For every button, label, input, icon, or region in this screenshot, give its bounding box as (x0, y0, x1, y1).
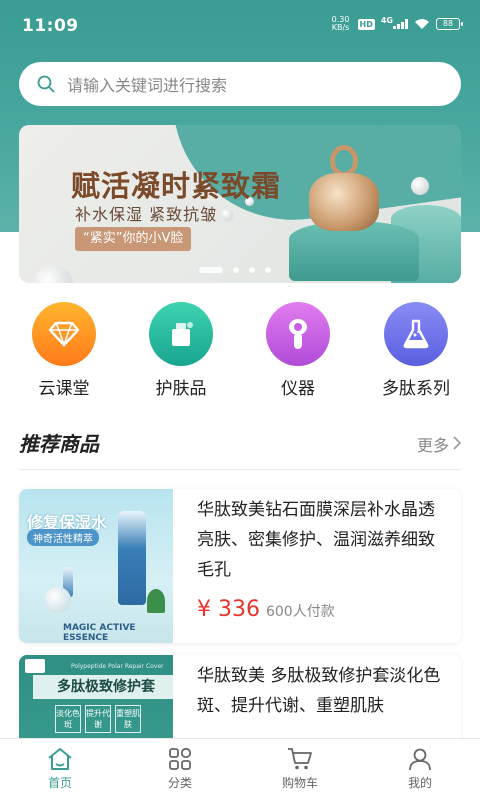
status-indicators: 0.30 KB/s HD 4G 88 (330, 15, 463, 32)
tab-cart[interactable]: 购物车 (240, 739, 360, 800)
category-skincare[interactable]: 护肤品 (131, 302, 231, 399)
product-bottle-image (118, 511, 146, 605)
tab-category[interactable]: 分类 (120, 739, 240, 800)
diamond-icon (32, 302, 96, 366)
category-label: 云课堂 (38, 379, 90, 399)
network-speed: 0.30 KB/s (331, 15, 350, 32)
plant-decoration (147, 589, 165, 613)
search-input[interactable]: 请输入关键词进行搜索 (67, 72, 227, 96)
product-feature-tags: 淡化色斑 提升代谢 重塑肌肤 (55, 705, 141, 733)
brand-logo (25, 659, 45, 673)
pearl-decoration (45, 587, 71, 613)
status-bar: 11:09 0.30 KB/s HD 4G 88 (0, 0, 480, 52)
category-row: 云课堂 护肤品 仪器 多肽系列 (0, 302, 480, 399)
pearl-decoration (33, 265, 73, 283)
beauty-device-icon (266, 302, 330, 366)
wifi-icon (414, 18, 430, 30)
category-label: 仪器 (281, 379, 315, 399)
category-label: 护肤品 (155, 379, 207, 399)
tab-profile[interactable]: 我的 (360, 739, 480, 800)
promo-banner[interactable]: 赋活凝时紧致霜 补水保湿 紧致抗皱 “紧实”你的小V脸 (19, 125, 461, 283)
banner-dot-3[interactable] (249, 267, 255, 273)
chevron-right-icon (453, 435, 462, 454)
cart-icon (240, 747, 360, 771)
product-card[interactable]: 修复保湿水 神奇活性精萃 MAGIC ACTIVE ESSENCE 华肽致美钻石… (19, 489, 461, 643)
product-name[interactable]: 华肽致美 多肽极致修护套淡化色斑、提升代谢、重塑肌肤 (197, 661, 447, 721)
cream-bottle-icon (149, 302, 213, 366)
category-label: 多肽系列 (382, 379, 450, 399)
product-image[interactable]: 修复保湿水 神奇活性精萃 MAGIC ACTIVE ESSENCE (19, 489, 173, 643)
tab-home[interactable]: 首页 (0, 739, 120, 800)
signal-icon (393, 19, 408, 29)
banner-subtitle: 补水保湿 紧致抗皱 (75, 205, 218, 224)
bottom-tab-bar: 首页 分类 购物车 我的 (0, 738, 480, 800)
sold-count: 600人付款 (265, 604, 335, 620)
cream-jar-image (309, 173, 379, 231)
banner-tag: “紧实”你的小V脸 (75, 227, 192, 251)
pearl-decoration (221, 209, 233, 221)
pearl-decoration (411, 177, 429, 195)
banner-dot-2[interactable] (233, 267, 239, 273)
product-name[interactable]: 华肽致美钻石面膜深层补水晶透亮肤、密集修护、温润滋养细致毛孔 (197, 495, 447, 585)
search-icon (37, 75, 55, 93)
flask-icon (384, 302, 448, 366)
more-link[interactable]: 更多 (417, 432, 462, 456)
category-peptide-series[interactable]: 多肽系列 (366, 302, 466, 399)
home-icon (0, 747, 120, 771)
banner-title: 赋活凝时紧致霜 (71, 169, 282, 203)
product-price: ¥ 336 (197, 597, 260, 622)
network-type: 4G (380, 15, 393, 25)
user-icon (360, 747, 480, 771)
battery-icon: 88 (436, 18, 463, 30)
banner-dot-1[interactable] (199, 267, 223, 273)
banner-dot-4[interactable] (265, 267, 271, 273)
product-price-row: ¥ 336 600人付款 (197, 597, 335, 622)
category-cloud-class[interactable]: 云课堂 (14, 302, 114, 399)
category-grid-icon (120, 747, 240, 771)
banner-pagination (199, 267, 271, 273)
section-title: 推荐商品 (19, 432, 99, 456)
hd-badge: HD (357, 18, 375, 30)
divider (19, 469, 461, 470)
recommended-section-header: 推荐商品 更多 (19, 428, 462, 460)
category-device[interactable]: 仪器 (248, 302, 348, 399)
status-time: 11:09 (22, 16, 79, 36)
search-bar[interactable]: 请输入关键词进行搜索 (19, 62, 461, 106)
